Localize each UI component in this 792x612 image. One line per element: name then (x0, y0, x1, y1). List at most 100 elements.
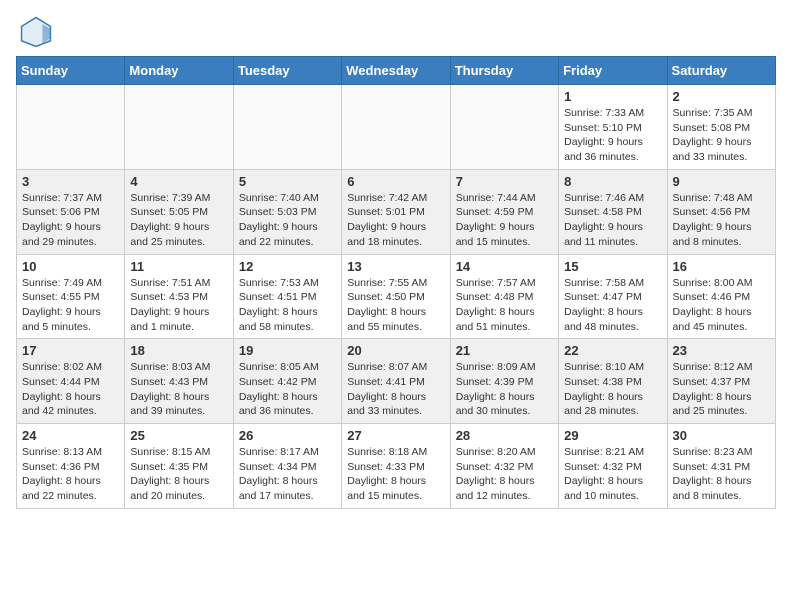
day-number: 20 (347, 343, 444, 358)
day-cell: 14 Sunrise: 7:57 AM Sunset: 4:48 PM Dayli… (450, 254, 558, 339)
day-number: 15 (564, 259, 661, 274)
day-number: 1 (564, 89, 661, 104)
day-info: Sunrise: 8:21 AM Sunset: 4:32 PM Dayligh… (564, 445, 661, 504)
day-info: Sunrise: 7:39 AM Sunset: 5:05 PM Dayligh… (130, 191, 227, 250)
day-info: Sunrise: 8:07 AM Sunset: 4:41 PM Dayligh… (347, 360, 444, 419)
day-info: Sunrise: 7:44 AM Sunset: 4:59 PM Dayligh… (456, 191, 553, 250)
day-cell: 27 Sunrise: 8:18 AM Sunset: 4:33 PM Dayli… (342, 424, 450, 509)
week-row-3: 10 Sunrise: 7:49 AM Sunset: 4:55 PM Dayli… (17, 254, 776, 339)
day-cell (17, 85, 125, 170)
day-cell: 5 Sunrise: 7:40 AM Sunset: 5:03 PM Daylig… (233, 169, 341, 254)
day-number: 14 (456, 259, 553, 274)
day-header-tuesday: Tuesday (233, 57, 341, 85)
day-header-thursday: Thursday (450, 57, 558, 85)
day-cell: 6Sunrise: 7:42 AM Sunset: 5:01 PM Daylig… (342, 169, 450, 254)
day-info: Sunrise: 8:23 AM Sunset: 4:31 PM Dayligh… (673, 445, 770, 504)
week-row-5: 24Sunrise: 8:13 AM Sunset: 4:36 PM Dayli… (17, 424, 776, 509)
day-number: 9 (673, 174, 770, 189)
day-info: Sunrise: 7:49 AM Sunset: 4:55 PM Dayligh… (22, 276, 119, 335)
day-number: 23 (673, 343, 770, 358)
day-cell: 10 Sunrise: 7:49 AM Sunset: 4:55 PM Dayli… (17, 254, 125, 339)
day-cell: 1 Sunrise: 7:33 AM Sunset: 5:10 PM Daylig… (559, 85, 667, 170)
day-cell: 28 Sunrise: 8:20 AM Sunset: 4:32 PM Dayli… (450, 424, 558, 509)
day-info: Sunrise: 7:48 AM Sunset: 4:56 PM Dayligh… (673, 191, 770, 250)
day-cell (233, 85, 341, 170)
day-info: Sunrise: 8:09 AM Sunset: 4:39 PM Dayligh… (456, 360, 553, 419)
day-cell: 4 Sunrise: 7:39 AM Sunset: 5:05 PM Daylig… (125, 169, 233, 254)
day-number: 8 (564, 174, 661, 189)
day-cell: 15 Sunrise: 7:58 AM Sunset: 4:47 PM Dayli… (559, 254, 667, 339)
day-cell: 13 Sunrise: 7:55 AM Sunset: 4:50 PM Dayli… (342, 254, 450, 339)
day-number: 22 (564, 343, 661, 358)
day-info: Sunrise: 7:46 AM Sunset: 4:58 PM Dayligh… (564, 191, 661, 250)
day-cell: 18Sunrise: 8:03 AM Sunset: 4:43 PM Dayli… (125, 339, 233, 424)
day-info: Sunrise: 7:40 AM Sunset: 5:03 PM Dayligh… (239, 191, 336, 250)
day-info: Sunrise: 8:20 AM Sunset: 4:32 PM Dayligh… (456, 445, 553, 504)
day-number: 4 (130, 174, 227, 189)
day-info: Sunrise: 7:55 AM Sunset: 4:50 PM Dayligh… (347, 276, 444, 335)
day-number: 10 (22, 259, 119, 274)
logo-icon (20, 16, 52, 48)
day-cell (450, 85, 558, 170)
day-cell: 25 Sunrise: 8:15 AM Sunset: 4:35 PM Dayli… (125, 424, 233, 509)
day-cell: 9 Sunrise: 7:48 AM Sunset: 4:56 PM Daylig… (667, 169, 775, 254)
day-number: 7 (456, 174, 553, 189)
day-info: Sunrise: 7:33 AM Sunset: 5:10 PM Dayligh… (564, 106, 661, 165)
day-info: Sunrise: 7:42 AM Sunset: 5:01 PM Dayligh… (347, 191, 444, 250)
day-number: 21 (456, 343, 553, 358)
calendar-body: 1 Sunrise: 7:33 AM Sunset: 5:10 PM Daylig… (17, 85, 776, 509)
day-info: Sunrise: 7:57 AM Sunset: 4:48 PM Dayligh… (456, 276, 553, 335)
day-info: Sunrise: 7:58 AM Sunset: 4:47 PM Dayligh… (564, 276, 661, 335)
day-info: Sunrise: 8:18 AM Sunset: 4:33 PM Dayligh… (347, 445, 444, 504)
day-info: Sunrise: 7:35 AM Sunset: 5:08 PM Dayligh… (673, 106, 770, 165)
day-cell: 19 Sunrise: 8:05 AM Sunset: 4:42 PM Dayli… (233, 339, 341, 424)
day-number: 19 (239, 343, 336, 358)
day-cell: 20 Sunrise: 8:07 AM Sunset: 4:41 PM Dayli… (342, 339, 450, 424)
day-info: Sunrise: 8:03 AM Sunset: 4:43 PM Dayligh… (130, 360, 227, 419)
page-header (0, 0, 792, 56)
day-number: 27 (347, 428, 444, 443)
day-info: Sunrise: 7:37 AM Sunset: 5:06 PM Dayligh… (22, 191, 119, 250)
day-info: Sunrise: 8:12 AM Sunset: 4:37 PM Dayligh… (673, 360, 770, 419)
day-number: 2 (673, 89, 770, 104)
week-row-1: 1 Sunrise: 7:33 AM Sunset: 5:10 PM Daylig… (17, 85, 776, 170)
day-cell: 7 Sunrise: 7:44 AM Sunset: 4:59 PM Daylig… (450, 169, 558, 254)
logo (20, 16, 56, 48)
day-info: Sunrise: 8:17 AM Sunset: 4:34 PM Dayligh… (239, 445, 336, 504)
day-number: 29 (564, 428, 661, 443)
day-header-friday: Friday (559, 57, 667, 85)
day-number: 3 (22, 174, 119, 189)
day-cell: 24Sunrise: 8:13 AM Sunset: 4:36 PM Dayli… (17, 424, 125, 509)
day-info: Sunrise: 8:05 AM Sunset: 4:42 PM Dayligh… (239, 360, 336, 419)
day-number: 24 (22, 428, 119, 443)
day-cell: 12 Sunrise: 7:53 AM Sunset: 4:51 PM Dayli… (233, 254, 341, 339)
day-number: 5 (239, 174, 336, 189)
day-info: Sunrise: 8:02 AM Sunset: 4:44 PM Dayligh… (22, 360, 119, 419)
day-cell: 23 Sunrise: 8:12 AM Sunset: 4:37 PM Dayli… (667, 339, 775, 424)
day-number: 30 (673, 428, 770, 443)
day-cell (342, 85, 450, 170)
day-cell: 8 Sunrise: 7:46 AM Sunset: 4:58 PM Daylig… (559, 169, 667, 254)
calendar-table: SundayMondayTuesdayWednesdayThursdayFrid… (16, 56, 776, 509)
day-header-sunday: Sunday (17, 57, 125, 85)
day-cell: 17 Sunrise: 8:02 AM Sunset: 4:44 PM Dayli… (17, 339, 125, 424)
day-cell: 26 Sunrise: 8:17 AM Sunset: 4:34 PM Dayli… (233, 424, 341, 509)
day-number: 12 (239, 259, 336, 274)
day-number: 25 (130, 428, 227, 443)
day-header-wednesday: Wednesday (342, 57, 450, 85)
day-number: 13 (347, 259, 444, 274)
day-header-monday: Monday (125, 57, 233, 85)
day-cell: 22Sunrise: 8:10 AM Sunset: 4:38 PM Dayli… (559, 339, 667, 424)
day-cell: 2 Sunrise: 7:35 AM Sunset: 5:08 PM Daylig… (667, 85, 775, 170)
day-info: Sunrise: 7:53 AM Sunset: 4:51 PM Dayligh… (239, 276, 336, 335)
day-info: Sunrise: 8:00 AM Sunset: 4:46 PM Dayligh… (673, 276, 770, 335)
day-info: Sunrise: 8:15 AM Sunset: 4:35 PM Dayligh… (130, 445, 227, 504)
day-number: 16 (673, 259, 770, 274)
day-cell: 21 Sunrise: 8:09 AM Sunset: 4:39 PM Dayli… (450, 339, 558, 424)
day-cell (125, 85, 233, 170)
day-number: 26 (239, 428, 336, 443)
days-header-row: SundayMondayTuesdayWednesdayThursdayFrid… (17, 57, 776, 85)
day-number: 28 (456, 428, 553, 443)
day-cell: 29 Sunrise: 8:21 AM Sunset: 4:32 PM Dayli… (559, 424, 667, 509)
day-number: 17 (22, 343, 119, 358)
